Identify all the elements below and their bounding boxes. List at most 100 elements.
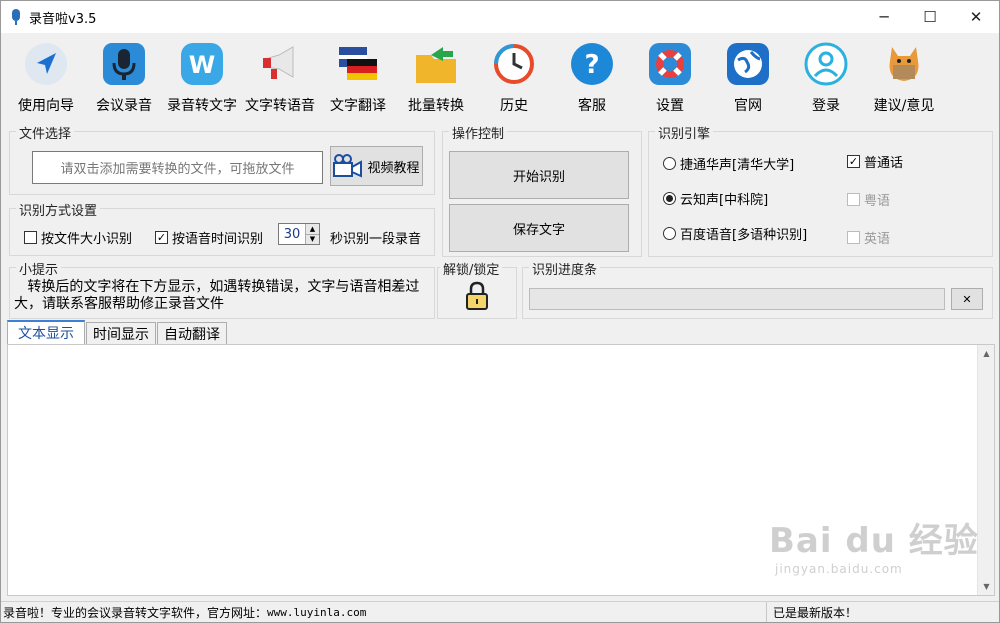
toolbar-label: 客服	[578, 98, 606, 114]
lock-group: 解锁/锁定	[437, 259, 517, 319]
by-time-checkbox[interactable]: ✓ 按语音时间识别	[155, 228, 263, 247]
toolbar-guide-button[interactable]: 使用向导	[7, 33, 85, 119]
toolbar-meeting-record-button[interactable]: 会议录音	[85, 33, 163, 119]
scroll-up-icon[interactable]: ▲	[978, 345, 995, 362]
radio-circle	[663, 192, 676, 205]
radio-label: 云知声[中科院]	[680, 193, 769, 208]
group-title: 操作控制	[449, 123, 508, 142]
toolbar-login-button[interactable]: 登录	[787, 33, 865, 119]
close-button[interactable]: ✕	[953, 1, 999, 33]
radio-circle	[663, 157, 676, 170]
progress-bar	[529, 288, 945, 310]
seconds-suffix: 秒识别一段录音	[330, 232, 422, 247]
checkbox-label: 普通话	[864, 156, 904, 171]
navigation-arrow-icon	[21, 39, 71, 89]
save-text-button[interactable]: 保存文字	[449, 204, 629, 252]
file-select-group: 文件选择 请双击添加需要转换的文件，可拖放文件 视频教程	[9, 123, 435, 195]
svg-text:?: ?	[584, 50, 599, 80]
tab-auto-translate[interactable]: 自动翻译	[157, 322, 227, 344]
toolbar-audio-to-text-button[interactable]: W 录音转文字	[163, 33, 241, 119]
toolbar-label: 文字转语音	[245, 98, 315, 114]
microphone-icon	[99, 39, 149, 89]
scroll-down-icon[interactable]: ▼	[978, 578, 995, 595]
engine-group: 识别引擎 捷通华声[清华大学] 云知声[中科院] 百度语音[多语种识别] ✓ 普…	[648, 123, 993, 257]
engine-radio-yunzhisheng[interactable]: 云知声[中科院]	[663, 189, 768, 208]
folder-arrow-icon	[411, 39, 461, 89]
cantonese-checkbox[interactable]: 粤语	[847, 190, 890, 209]
status-message: 录音啦！专业的会议录音转文字软件，官方网址：	[3, 605, 268, 620]
checkbox-box	[847, 193, 860, 206]
checkbox-box	[24, 231, 37, 244]
clear-progress-button[interactable]: ✕	[951, 288, 983, 310]
stepper-down-icon[interactable]: ▼	[306, 233, 319, 244]
seconds-value[interactable]: 30	[279, 224, 305, 244]
svg-text:W: W	[189, 51, 215, 79]
progress-group: 识别进度条 ✕	[522, 259, 993, 319]
app-microphone-icon	[9, 8, 23, 26]
toolbar-label: 建议/意见	[873, 98, 935, 114]
baidu-watermark: Bai du 经验 jingyan.baidu.com	[769, 513, 979, 576]
flags-icon	[333, 39, 383, 89]
tab-text-display[interactable]: 文本显示	[7, 320, 85, 344]
toolbar-feedback-button[interactable]: 建议/意见	[865, 33, 943, 119]
engine-radio-jietong[interactable]: 捷通华声[清华大学]	[663, 154, 794, 173]
cat-icon	[879, 39, 929, 89]
toolbar-batch-convert-button[interactable]: 批量转换	[397, 33, 475, 119]
toolbar-label: 官网	[734, 98, 762, 114]
engine-radio-baidu[interactable]: 百度语音[多语种识别]	[663, 224, 807, 243]
status-bar: 录音啦！专业的会议录音转文字软件，官方网址： www.luyinla.com 已…	[1, 601, 999, 622]
minimize-button[interactable]: ─	[861, 1, 907, 33]
checkbox-label: 按文件大小识别	[41, 232, 133, 247]
radio-circle	[663, 227, 676, 240]
toolbar-label: 使用向导	[18, 98, 74, 114]
toolbar-support-button[interactable]: ? 客服	[553, 33, 631, 119]
tab-strip: 文本显示 时间显示 自动翻译	[7, 320, 228, 344]
w-letter-icon: W	[177, 39, 227, 89]
question-icon: ?	[567, 39, 617, 89]
video-tutorial-label: 视频教程	[367, 160, 420, 176]
toolbar-label: 录音转文字	[167, 98, 237, 114]
toolbar-settings-button[interactable]: 设置	[631, 33, 709, 119]
toolbar-text-to-speech-button[interactable]: 文字转语音	[241, 33, 319, 119]
checkbox-label: 粤语	[864, 194, 891, 209]
app-window: 录音啦v3.5 ─ ☐ ✕ 使用向导 会议录音 W 录音转文字 文字转语音 文字…	[0, 0, 1000, 623]
file-drop-field[interactable]: 请双击添加需要转换的文件，可拖放文件	[32, 151, 323, 184]
maximize-button[interactable]: ☐	[907, 1, 953, 33]
seconds-stepper[interactable]: 30 ▲ ▼	[278, 223, 320, 245]
toolbar-website-button[interactable]: 官网	[709, 33, 787, 119]
toolbar-history-button[interactable]: 历史	[475, 33, 553, 119]
status-url[interactable]: www.luyinla.com	[267, 606, 366, 619]
by-size-checkbox[interactable]: 按文件大小识别	[24, 228, 132, 247]
title-bar: 录音啦v3.5 ─ ☐ ✕	[1, 1, 999, 33]
checkbox-box	[847, 231, 860, 244]
megaphone-icon	[255, 39, 305, 89]
window-title: 录音啦v3.5	[29, 11, 97, 27]
toolbar-label: 会议录音	[96, 98, 152, 114]
checkbox-label: 英语	[864, 232, 891, 247]
mode-group: 识别方式设置 按文件大小识别 ✓ 按语音时间识别 30 ▲ ▼ 秒识别一段录音	[9, 200, 435, 256]
vertical-scrollbar[interactable]: ▲ ▼	[977, 345, 994, 595]
main-toolbar: 使用向导 会议录音 W 录音转文字 文字转语音 文字翻译 批量转换 历史 ? 客…	[1, 33, 999, 119]
start-recognition-button[interactable]: 开始识别	[449, 151, 629, 199]
radio-label: 百度语音[多语种识别]	[680, 228, 808, 243]
video-tutorial-button[interactable]: 视频教程	[330, 146, 423, 186]
lock-icon[interactable]	[464, 281, 490, 311]
mandarin-checkbox[interactable]: ✓ 普通话	[847, 152, 903, 171]
group-title: 识别进度条	[529, 259, 601, 278]
toolbar-translate-button[interactable]: 文字翻译	[319, 33, 397, 119]
globe-icon	[723, 39, 773, 89]
status-version: 已是最新版本！	[773, 605, 858, 620]
tab-time-display[interactable]: 时间显示	[86, 322, 156, 344]
group-title: 文件选择	[16, 123, 75, 142]
english-checkbox[interactable]: 英语	[847, 228, 890, 247]
operation-group: 操作控制 开始识别 保存文字	[442, 123, 642, 257]
checkbox-box: ✓	[155, 231, 168, 244]
group-title: 解锁/锁定	[440, 259, 503, 278]
watermark-url: jingyan.baidu.com	[775, 562, 903, 576]
stepper-up-icon[interactable]: ▲	[306, 224, 319, 234]
tips-text: 转换后的文字将在下方显示，如遇转换错误，文字与语音相差过大，请联系客服帮助修正录…	[14, 279, 420, 312]
status-left: 录音啦！专业的会议录音转文字软件，官方网址： www.luyinla.com	[1, 602, 767, 622]
lifebuoy-icon	[645, 39, 695, 89]
radio-label: 捷通华声[清华大学]	[680, 158, 795, 173]
video-camera-icon	[333, 154, 363, 178]
